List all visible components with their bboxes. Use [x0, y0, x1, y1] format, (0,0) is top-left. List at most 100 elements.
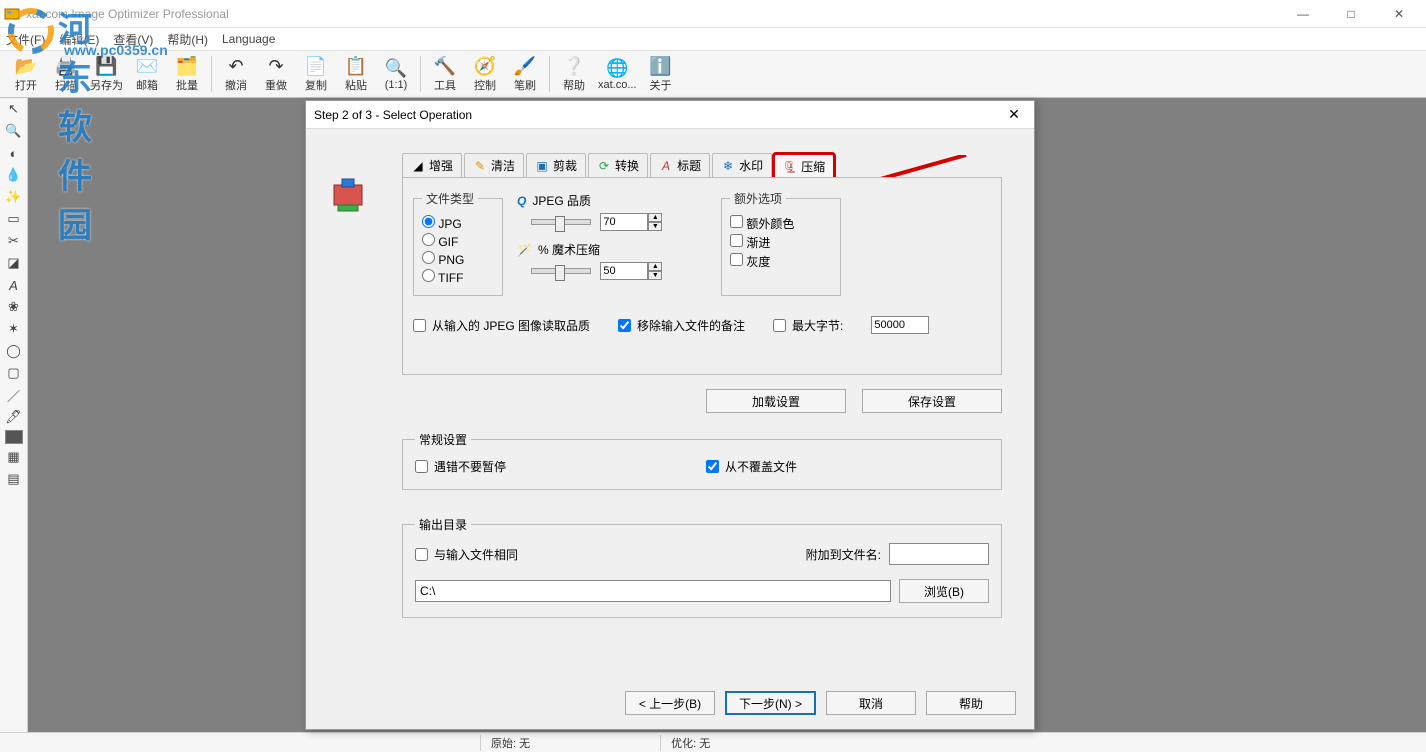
tool-dropper[interactable]: 💧	[3, 166, 25, 184]
radio-png[interactable]: PNG	[422, 251, 494, 267]
scanner-icon: 🖨️	[55, 55, 77, 77]
radio-tiff[interactable]: TIFF	[422, 269, 494, 285]
tool-pointer[interactable]: ↖	[3, 100, 25, 118]
jpeg-quality-slider[interactable]	[531, 219, 591, 225]
window-minimize[interactable]: —	[1280, 2, 1326, 26]
tb-open[interactable]: 📂打开	[6, 52, 46, 96]
tool-heal[interactable]: ✶	[3, 320, 25, 338]
tab-enhance[interactable]: ◢增强	[402, 153, 462, 177]
tb-saveas[interactable]: 💾另存为	[86, 52, 127, 96]
side-toolbar: ↖ 🔍 ◐ 💧 ✨ ▭ ✂ ◪ A ❀ ✶ ◯ ▢ ／ 🖊 ▦ ▤	[0, 98, 28, 752]
tab-watermark[interactable]: ❄水印	[712, 153, 772, 177]
tb-scan[interactable]: 🖨️扫描	[46, 52, 86, 96]
chk-never-overwrite[interactable]: 从不覆盖文件	[706, 458, 797, 475]
chk-max-bytes[interactable]: 最大字节:	[773, 317, 843, 334]
output-path-input[interactable]	[415, 580, 891, 602]
radio-jpg[interactable]: JPG	[422, 215, 494, 231]
tool-wand[interactable]: ✨	[3, 188, 25, 206]
tb-redo[interactable]: ↷重做	[256, 52, 296, 96]
tb-about[interactable]: ℹ️关于	[641, 52, 681, 96]
tb-xat[interactable]: 🌐xat.co...	[594, 52, 641, 96]
dialog-close[interactable]: ✕	[1002, 106, 1026, 123]
tb-paste[interactable]: 📋粘贴	[336, 52, 376, 96]
tool-fill[interactable]: ◪	[3, 254, 25, 272]
title-icon: A	[659, 159, 673, 173]
window-title: xat.com Image Optimizer Professional	[26, 7, 1280, 21]
tab-crop[interactable]: ▣剪裁	[526, 153, 586, 177]
append-filename-input[interactable]	[889, 543, 989, 565]
color-swatch[interactable]	[5, 430, 23, 444]
tool-zoom[interactable]: 🔍	[3, 122, 25, 140]
tool-line[interactable]: ／	[3, 386, 25, 404]
tb-help[interactable]: ❔帮助	[554, 52, 594, 96]
tool-text[interactable]: A	[3, 276, 25, 294]
dialog-titlebar: Step 2 of 3 - Select Operation ✕	[306, 101, 1034, 129]
chk-no-pause-on-error[interactable]: 遇错不要暂停	[415, 458, 506, 475]
status-bar: 原始: 无 优化: 无	[0, 732, 1426, 752]
tb-tools[interactable]: 🔨工具	[425, 52, 465, 96]
save-settings-button[interactable]: 保存设置	[862, 389, 1002, 413]
browse-button[interactable]: 浏览(B)	[899, 579, 989, 603]
tool-rect[interactable]: ▢	[3, 364, 25, 382]
tb-control[interactable]: 🧭控制	[465, 52, 505, 96]
chk-strip-comments[interactable]: 移除输入文件的备注	[618, 317, 745, 334]
menu-file[interactable]: 文件(F)	[6, 31, 45, 48]
tool-lasso[interactable]: ◯	[3, 342, 25, 360]
spin-down[interactable]: ▼	[648, 222, 662, 231]
jpeg-quality-input[interactable]	[600, 213, 648, 231]
spin-up[interactable]: ▲	[648, 213, 662, 222]
chk-progressive[interactable]: 渐进	[730, 234, 832, 251]
tool-brush2[interactable]: 🖊	[3, 408, 25, 426]
hammer-icon: 🔨	[434, 55, 456, 77]
magic-icon: 🪄	[517, 243, 532, 257]
magic-compress-slider[interactable]	[531, 268, 591, 274]
window-close[interactable]: ✕	[1376, 2, 1422, 26]
general-legend: 常规设置	[415, 431, 471, 448]
radio-gif[interactable]: GIF	[422, 233, 494, 249]
spin-up[interactable]: ▲	[648, 262, 662, 271]
chk-extra-color[interactable]: 额外颜色	[730, 215, 832, 232]
magic-compress-label: % 魔术压缩	[538, 241, 600, 258]
next-button[interactable]: 下一步(N) >	[725, 691, 816, 715]
chk-same-as-input[interactable]: 与输入文件相同	[415, 546, 806, 563]
magic-compress-input[interactable]	[600, 262, 648, 280]
menu-help[interactable]: 帮助(H)	[167, 31, 208, 48]
spin-down[interactable]: ▼	[648, 271, 662, 280]
back-button[interactable]: < 上一步(B)	[625, 691, 715, 715]
tab-title[interactable]: A标题	[650, 153, 710, 177]
help-button[interactable]: 帮助	[926, 691, 1016, 715]
batch-icon: 🗂️	[176, 55, 198, 77]
filetype-group: 文件类型 JPG GIF PNG TIFF	[413, 190, 503, 296]
menu-language[interactable]: Language	[222, 32, 275, 46]
tool-clone[interactable]: ❀	[3, 298, 25, 316]
folder-open-icon: 📂	[15, 55, 37, 77]
tool-extra1[interactable]: ▦	[3, 448, 25, 466]
tool-contrast[interactable]: ◐	[3, 144, 25, 162]
compress-illustration-icon	[328, 175, 368, 215]
tab-convert[interactable]: ⟳转换	[588, 153, 648, 177]
max-bytes-input[interactable]	[871, 316, 929, 334]
redo-icon: ↷	[268, 55, 283, 77]
tb-batch[interactable]: 🗂️批量	[167, 52, 207, 96]
tab-clean[interactable]: ✎清洁	[464, 153, 524, 177]
chk-grayscale[interactable]: 灰度	[730, 253, 832, 270]
chk-read-jpeg-quality[interactable]: 从输入的 JPEG 图像读取品质	[413, 317, 590, 334]
tb-mail[interactable]: ✉️邮箱	[127, 52, 167, 96]
tb-brush[interactable]: 🖌️笔刷	[505, 52, 545, 96]
window-maximize[interactable]: □	[1328, 2, 1374, 26]
tb-copy[interactable]: 📄复制	[296, 52, 336, 96]
tool-crop[interactable]: ✂	[3, 232, 25, 250]
undo-icon: ↶	[228, 55, 243, 77]
menu-edit[interactable]: 编辑(E)	[59, 31, 99, 48]
menu-view[interactable]: 查看(V)	[113, 31, 153, 48]
cancel-button[interactable]: 取消	[826, 691, 916, 715]
wizard-footer: < 上一步(B) 下一步(N) > 取消 帮助	[625, 691, 1016, 715]
status-optimized: 优化: 无	[660, 735, 720, 751]
load-settings-button[interactable]: 加载设置	[706, 389, 846, 413]
save-icon: 💾	[95, 55, 117, 77]
tb-oneone[interactable]: 🔍(1:1)	[376, 52, 416, 96]
tab-compress[interactable]: 🗜压缩	[774, 154, 834, 178]
tool-select[interactable]: ▭	[3, 210, 25, 228]
tool-extra2[interactable]: ▤	[3, 470, 25, 488]
tb-undo[interactable]: ↶撤消	[216, 52, 256, 96]
